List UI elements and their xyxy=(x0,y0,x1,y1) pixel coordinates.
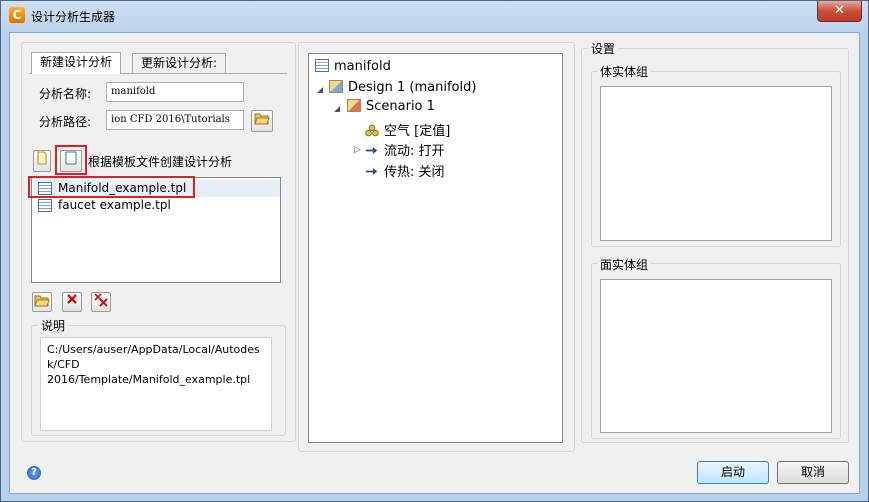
scenario-tree[interactable]: manifold ◢ Design 1 (manifold) ◢ Scenari… xyxy=(308,53,563,443)
arrow-right-icon xyxy=(365,147,378,154)
list-item[interactable]: faucet example.tpl xyxy=(34,197,280,214)
help-icon[interactable]: ? xyxy=(27,466,41,480)
description-text: C:/Users/auser/AppData/Local/Autodes k/C… xyxy=(40,337,272,431)
delete-all-icon xyxy=(94,293,108,307)
highlight-template-button xyxy=(55,145,87,175)
scenario-icon xyxy=(347,99,361,112)
delete-all-templates-button[interactable] xyxy=(91,292,111,312)
description-title: 说明 xyxy=(38,317,69,334)
delete-template-button[interactable] xyxy=(62,292,82,312)
analysis-path-input[interactable]: ion CFD 2016\Tutorials xyxy=(106,110,244,130)
expand-arrow-icon[interactable]: ▷ xyxy=(354,145,361,155)
tree-node-material[interactable]: 空气 [定值] xyxy=(365,120,450,139)
open-template-button[interactable] xyxy=(32,292,52,312)
tree-node-flow[interactable]: 流动: 打开 xyxy=(365,140,445,159)
body-entity-group-title: 体实体组 xyxy=(597,63,652,80)
tree-node-root[interactable]: manifold xyxy=(315,59,391,74)
body-entity-list[interactable] xyxy=(600,86,832,241)
tree-node-design[interactable]: Design 1 (manifold) xyxy=(329,80,476,95)
open-folder-icon xyxy=(34,295,50,307)
title-bar[interactable]: C 设计分析生成器 ✕ xyxy=(1,1,868,31)
face-entity-list[interactable] xyxy=(600,279,832,433)
face-entity-group-title: 面实体组 xyxy=(597,256,652,273)
new-blank-analysis-button[interactable] xyxy=(33,150,51,172)
blank-document-icon xyxy=(37,151,47,165)
collapse-arrow-icon[interactable]: ◢ xyxy=(317,85,323,94)
template-name: faucet example.tpl xyxy=(58,198,171,212)
molecule-icon xyxy=(365,124,379,137)
highlight-selected-template xyxy=(28,176,195,198)
app-logo-icon: C xyxy=(9,7,25,23)
design-icon xyxy=(329,80,343,93)
tab-new-analysis[interactable]: 新建设计分析 xyxy=(31,52,122,74)
settings-title: 设置 xyxy=(588,40,619,57)
create-from-template-label: 根据模板文件创建设计分析 xyxy=(88,155,233,169)
dialog-window: C 设计分析生成器 ✕ 新建设计分析 更新设计分析: 分析名称: manifol… xyxy=(0,0,869,502)
cancel-button[interactable]: 取消 xyxy=(777,461,849,484)
template-file-icon xyxy=(38,199,52,212)
start-button[interactable]: 启动 xyxy=(697,461,769,484)
window-title: 设计分析生成器 xyxy=(31,10,116,24)
dialog-client-area: 新建设计分析 更新设计分析: 分析名称: manifold 分析路径: ion … xyxy=(9,32,860,494)
tree-node-heat[interactable]: 传热: 关闭 xyxy=(365,161,445,180)
browse-folder-button[interactable] xyxy=(251,110,273,132)
close-button[interactable]: ✕ xyxy=(817,1,862,22)
delete-x-icon xyxy=(67,294,77,304)
analysis-path-label: 分析路径: xyxy=(39,115,92,129)
analysis-name-input[interactable]: manifold xyxy=(106,82,244,102)
arrow-right-icon xyxy=(365,168,378,175)
tree-node-scenario[interactable]: Scenario 1 xyxy=(347,99,435,114)
collapse-arrow-icon[interactable]: ◢ xyxy=(334,104,340,113)
tab-update-analysis[interactable]: 更新设计分析: xyxy=(132,53,227,73)
analysis-name-label: 分析名称: xyxy=(39,87,92,101)
analysis-icon xyxy=(315,59,329,72)
open-folder-icon xyxy=(254,113,270,125)
